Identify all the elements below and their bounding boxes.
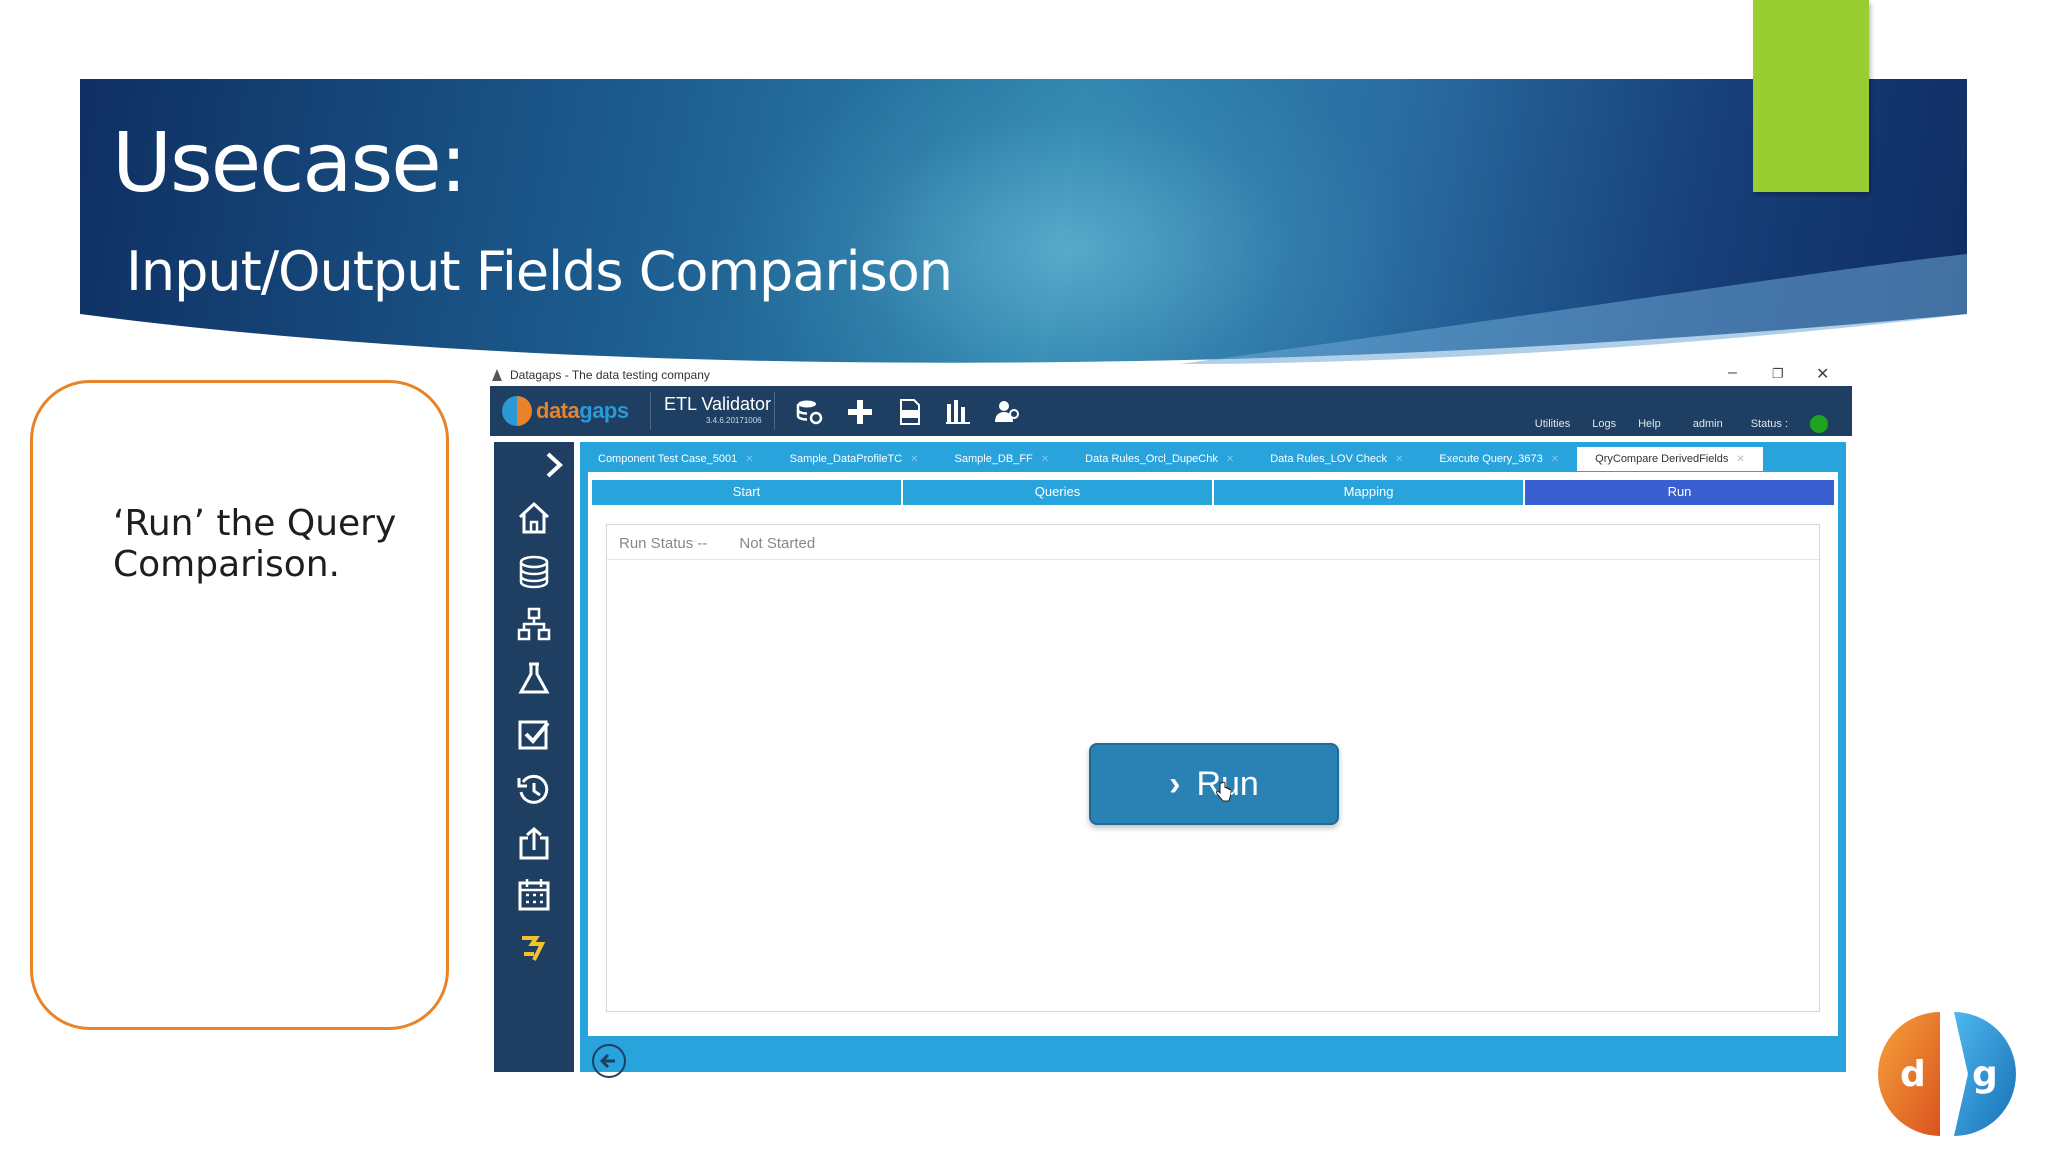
logo-mark-icon <box>502 396 532 426</box>
window-titlebar: Datagaps - The data testing company – ❐ … <box>492 364 1852 386</box>
slide-title: Usecase: <box>112 116 467 211</box>
close-tab-icon[interactable]: ✕ <box>1736 454 1744 465</box>
close-tab-icon[interactable]: ✕ <box>1551 454 1559 465</box>
slide-subtitle: Input/Output Fields Comparison <box>126 240 953 303</box>
tab-bar: Component Test Case_5001 ✕ Sample_DataPro… <box>580 447 1763 471</box>
status-indicator <box>1810 415 1828 433</box>
chevron-right-icon: › <box>1169 764 1181 803</box>
export-icon[interactable] <box>516 826 552 862</box>
app-header: datagaps ETL Validator 3.4.6.20171006 Ut… <box>490 386 1852 436</box>
hand-cursor-icon <box>1216 781 1231 802</box>
hierarchy-icon[interactable] <box>516 606 552 642</box>
close-button[interactable]: ✕ <box>1816 364 1829 384</box>
run-status-label: Run Status -- <box>619 535 708 552</box>
close-tab-icon[interactable]: ✕ <box>745 454 753 465</box>
arrow-left-icon <box>599 1053 615 1069</box>
header-divider <box>650 392 651 430</box>
step-start[interactable]: Start <box>592 480 901 505</box>
database-settings-icon[interactable] <box>796 398 824 426</box>
callout-box: ‘Run’ the Query Comparison. <box>30 380 449 1030</box>
main-panel: Component Test Case_5001 ✕ Sample_DataPro… <box>580 442 1846 1078</box>
wizard-steps: Start Queries Mapping Run <box>592 480 1834 505</box>
green-accent-bar <box>1753 0 1869 192</box>
datagaps-logo[interactable]: datagaps <box>502 395 629 427</box>
add-icon[interactable] <box>846 398 874 426</box>
tab-sample-dataprofile[interactable]: Sample_DataProfileTC ✕ <box>772 447 937 471</box>
history-icon[interactable] <box>516 772 552 808</box>
product-version: 3.4.6.20171006 <box>706 416 762 425</box>
close-tab-icon[interactable]: ✕ <box>1395 454 1403 465</box>
footer-bar <box>580 1038 1846 1078</box>
database-icon[interactable] <box>516 554 552 590</box>
datagaps-corner-logo: d g <box>1878 1012 2016 1136</box>
close-tab-icon[interactable]: ✕ <box>910 454 918 465</box>
step-run[interactable]: Run <box>1525 480 1834 505</box>
utilities-link[interactable]: Utilities <box>1535 418 1570 430</box>
calendar-icon[interactable] <box>516 876 552 912</box>
panel-divider <box>607 559 1819 560</box>
product-name: ETL Validator <box>664 394 772 414</box>
svg-text:d: d <box>1900 1054 1926 1095</box>
content-area: Start Queries Mapping Run Run Status -- N… <box>588 472 1838 1036</box>
status-label: Status : <box>1750 418 1788 430</box>
users-icon[interactable] <box>994 398 1022 426</box>
run-status: Run Status -- Not Started <box>619 535 815 552</box>
header-divider <box>774 392 775 430</box>
user-menu[interactable]: admin <box>1693 418 1723 430</box>
svg-text:g: g <box>1972 1054 1998 1095</box>
sidebar <box>494 442 574 1072</box>
top-links: Utilities Logs Help admin Status : <box>1513 415 1828 433</box>
tab-data-rules-lov[interactable]: Data Rules_LOV Check ✕ <box>1252 447 1421 471</box>
expand-sidebar-icon[interactable] <box>540 450 568 480</box>
callout-text: ‘Run’ the Query Comparison. <box>113 503 397 585</box>
close-tab-icon[interactable]: ✕ <box>1041 454 1049 465</box>
home-icon[interactable] <box>516 500 552 536</box>
restore-button[interactable]: ❐ <box>1772 366 1784 382</box>
chart-icon[interactable] <box>944 398 972 426</box>
run-status-value: Not Started <box>739 535 816 552</box>
back-button[interactable] <box>592 1044 626 1078</box>
tab-sample-db-ff[interactable]: Sample_DB_FF ✕ <box>937 447 1068 471</box>
tab-component-test-case[interactable]: Component Test Case_5001 ✕ <box>580 447 772 471</box>
minimize-button[interactable]: – <box>1728 364 1737 382</box>
close-tab-icon[interactable]: ✕ <box>1226 454 1234 465</box>
flask-icon[interactable] <box>516 660 552 696</box>
run-panel: Run Status -- Not Started › Run <box>606 524 1820 1012</box>
tab-execute-query[interactable]: Execute Query_3673 ✕ <box>1421 447 1577 471</box>
sql-icon[interactable] <box>896 398 924 426</box>
run-button[interactable]: › Run <box>1089 743 1339 825</box>
step-mapping[interactable]: Mapping <box>1214 480 1523 505</box>
tab-qrycompare-derivedfields[interactable]: QryCompare DerivedFields ✕ <box>1577 447 1763 471</box>
help-link[interactable]: Help <box>1638 418 1661 430</box>
tools-icon[interactable] <box>516 928 552 964</box>
step-queries[interactable]: Queries <box>903 480 1212 505</box>
checkbox-icon[interactable] <box>516 716 552 752</box>
logs-link[interactable]: Logs <box>1592 418 1616 430</box>
app-window-icon <box>492 369 502 381</box>
logo-text: datagaps <box>536 398 629 423</box>
window-title: Datagaps - The data testing company <box>510 368 710 382</box>
tab-data-rules-dupechk[interactable]: Data Rules_Orcl_DupeChk ✕ <box>1067 447 1252 471</box>
